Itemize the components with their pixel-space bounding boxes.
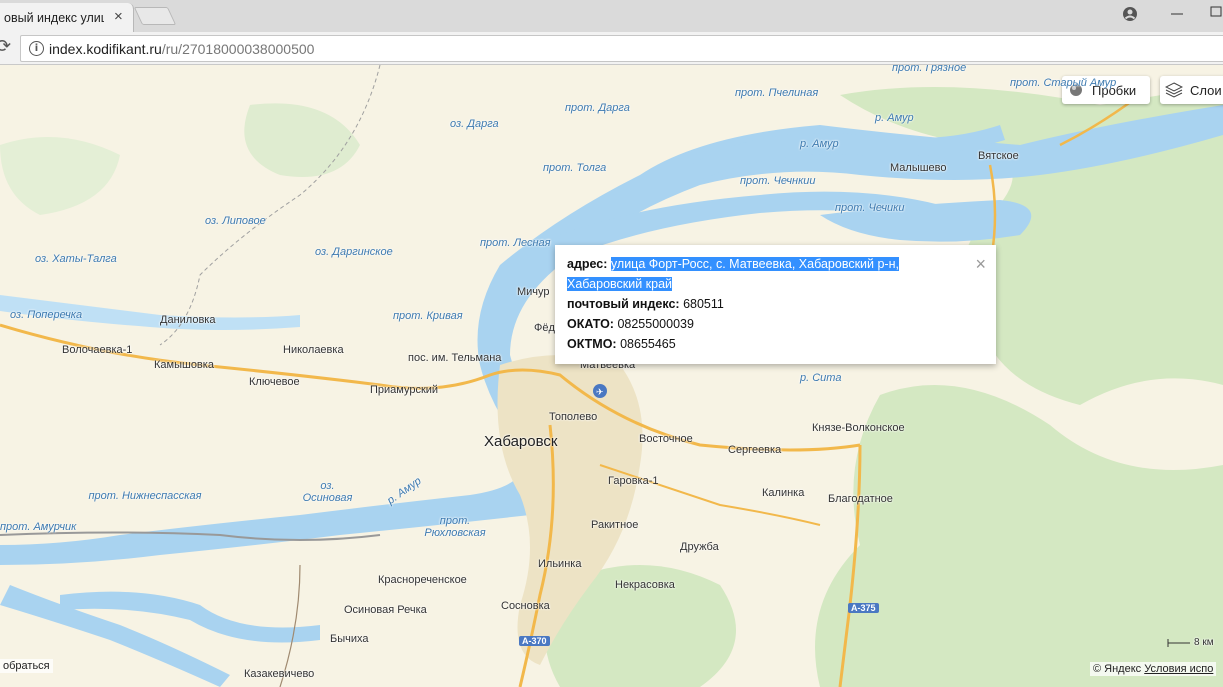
address-popup: × адрес: улица Форт-Росс, с. Матвеевка, … [555, 245, 996, 364]
map-label: Сосновка [501, 600, 550, 612]
address-label: адрес: [567, 257, 608, 271]
map-label: прот. Чечнкии [740, 175, 816, 187]
svg-text:✈: ✈ [596, 388, 604, 398]
profile-icon[interactable] [1122, 6, 1138, 25]
map-label: р. Сита [800, 372, 842, 384]
city-label: Хабаровск [484, 433, 558, 450]
map-label: Благодатное [828, 493, 893, 505]
map-label: Красноречeнское [378, 574, 467, 586]
okato-label: ОКАТО: [567, 317, 614, 331]
postal-value: 680511 [683, 297, 724, 311]
map-label: Восточное [639, 433, 693, 445]
map-label: оз. Осиновая [302, 480, 353, 504]
map-label: Малышево [890, 162, 947, 174]
map-label: Приамурский [370, 384, 439, 396]
map-label: Калинка [762, 487, 805, 499]
map-label: Некрасовка [615, 579, 675, 591]
copyright: © Яндекс Условия испо [1090, 662, 1217, 676]
address-value-2: Хабаровский край [567, 277, 673, 291]
report-link[interactable]: обраться [0, 659, 53, 673]
map-label: прот. Амурчик [0, 521, 77, 533]
reload-icon[interactable]: ⟳ [0, 36, 11, 57]
map-label: Ключевое [249, 376, 300, 388]
map-label: прот. Дарга [565, 102, 630, 114]
map-label: р. Амур [800, 138, 839, 150]
map-label: прот. Рюхловская [424, 515, 486, 539]
map-label: Сергеевка [728, 444, 782, 456]
tab-title: овый индекс улиц [4, 11, 104, 25]
map-label: прот. Кривая [393, 310, 463, 322]
map-label: Фёд [534, 322, 555, 334]
tab-active[interactable]: овый индекс улиц × [0, 3, 134, 32]
map-label: Мичур [517, 286, 550, 298]
map-label: оз. Хаты-Талга [35, 253, 117, 265]
address-value: улица Форт-Росс, с. Матвеевка, Хабаровск… [610, 257, 899, 271]
map-label: прот. Лесная [480, 237, 551, 249]
map-label: Осиновая Речка [344, 604, 427, 616]
close-icon[interactable]: × [975, 255, 986, 273]
browser-toolbar: ⟳ i index.kodifikant.ru/ru/2701800003800… [0, 32, 1223, 65]
minimize-icon[interactable] [1170, 4, 1184, 21]
terms-link[interactable]: Условия испо [1144, 663, 1213, 675]
map-label: пос. им. Тельмана [408, 352, 502, 364]
oktmo-label: ОКТМО: [567, 337, 617, 351]
new-tab-button[interactable] [133, 7, 177, 25]
layers-label: Слои [1190, 83, 1222, 98]
map-label: Гаровка-1 [608, 475, 659, 487]
map-label: оз. Даргинское [315, 246, 393, 258]
address-bar[interactable]: i index.kodifikant.ru/ru/270180000380005… [20, 35, 1223, 62]
map-label: прот. Нижнеспасская [88, 490, 202, 502]
map-label: Ильинка [538, 558, 582, 570]
map-label: прот. Пчелиная [735, 87, 819, 99]
map-label: Даниловка [160, 314, 216, 326]
okato-value: 08255000039 [617, 317, 694, 331]
map-label: Камышовка [154, 359, 214, 371]
map-graphics: ✈ [0, 65, 1223, 687]
map-label: оз. Дарга [450, 118, 499, 130]
map-label: р. Амур [875, 112, 914, 124]
tab-close-icon[interactable]: × [114, 9, 123, 25]
map-label: Казакевичево [244, 668, 315, 680]
road-badge: А-375 [848, 603, 879, 613]
map-label: Николаевка [283, 344, 344, 356]
map-canvas[interactable]: ✈ Пробки Слои прот. Грязное прот. Пчелин… [0, 65, 1223, 687]
info-icon[interactable]: i [29, 41, 44, 56]
map-label: прот. Чечики [835, 202, 905, 214]
map-label: Дружба [680, 541, 719, 553]
map-label: Бычиха [330, 633, 369, 645]
map-label: Тополево [549, 411, 598, 423]
layers-icon [1165, 82, 1183, 98]
tab-bar: овый индекс улиц × [0, 0, 1223, 32]
copyright-text: © Яндекс [1093, 663, 1142, 675]
map-label: Волочаевка-1 [62, 344, 133, 356]
map-label: прот. Грязное [892, 65, 967, 74]
map-label: оз. Поперечка [10, 309, 83, 321]
url-path: /ru/27018000038000500 [161, 41, 315, 57]
map-label: Вятское [978, 150, 1019, 162]
layers-button[interactable]: Слои [1160, 76, 1223, 104]
postal-label: почтовый индекс: [567, 297, 680, 311]
url-text: index.kodifikant.ru/ru/27018000038000500 [49, 41, 314, 57]
map-label: Ракитное [591, 519, 639, 531]
url-domain: index.kodifikant.ru [49, 41, 162, 57]
oktmo-value: 08655465 [620, 337, 676, 351]
map-label: прот. Старый Амур [1010, 77, 1117, 89]
map-label: Князе-Волконское [812, 422, 905, 434]
map-label: оз. Липовое [205, 215, 266, 227]
scale-label: 8 км [1194, 637, 1214, 648]
road-badge: А-370 [519, 636, 550, 646]
maximize-icon[interactable] [1210, 4, 1223, 21]
map-label: прот. Толга [543, 162, 607, 174]
